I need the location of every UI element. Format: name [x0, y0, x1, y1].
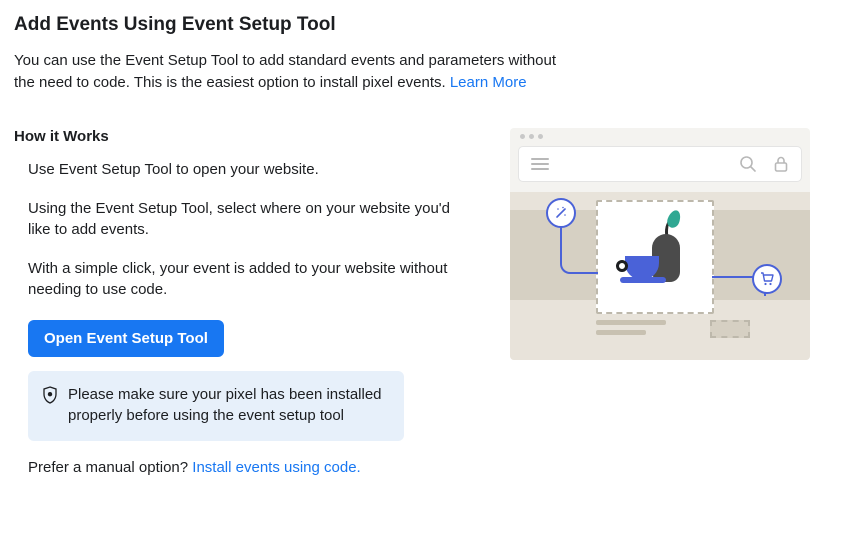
illustration-window-controls	[510, 128, 810, 146]
wand-icon	[546, 198, 576, 228]
intro-paragraph: You can use the Event Setup Tool to add …	[14, 50, 574, 94]
open-event-setup-tool-button[interactable]: Open Event Setup Tool	[28, 320, 224, 357]
step-1: Use Event Setup Tool to open your websit…	[28, 159, 458, 180]
how-it-works-heading: How it Works	[14, 128, 474, 145]
right-column	[510, 128, 830, 360]
illustration-browser	[510, 128, 810, 360]
step-2: Using the Event Setup Tool, select where…	[28, 198, 458, 240]
lock-icon	[773, 155, 789, 173]
step-3: With a simple click, your event is added…	[28, 258, 458, 300]
notice-box: Please make sure your pixel has been ins…	[28, 371, 404, 441]
illustration-body	[510, 192, 810, 360]
notice-text: Please make sure your pixel has been ins…	[68, 384, 388, 426]
cart-icon	[752, 264, 782, 294]
learn-more-link[interactable]: Learn More	[450, 74, 527, 91]
two-column-layout: How it Works Use Event Setup Tool to ope…	[14, 128, 839, 476]
illustration-toolbar	[518, 146, 802, 182]
hamburger-icon	[531, 158, 549, 170]
page-root: Add Events Using Event Setup Tool You ca…	[14, 14, 839, 476]
search-icon	[739, 155, 757, 173]
manual-prefix: Prefer a manual option?	[28, 459, 192, 476]
left-column: How it Works Use Event Setup Tool to ope…	[14, 128, 474, 476]
install-events-code-link[interactable]: Install events using code.	[192, 459, 360, 476]
manual-option: Prefer a manual option? Install events u…	[28, 459, 474, 476]
page-title: Add Events Using Event Setup Tool	[14, 14, 839, 36]
shield-icon	[42, 386, 58, 404]
